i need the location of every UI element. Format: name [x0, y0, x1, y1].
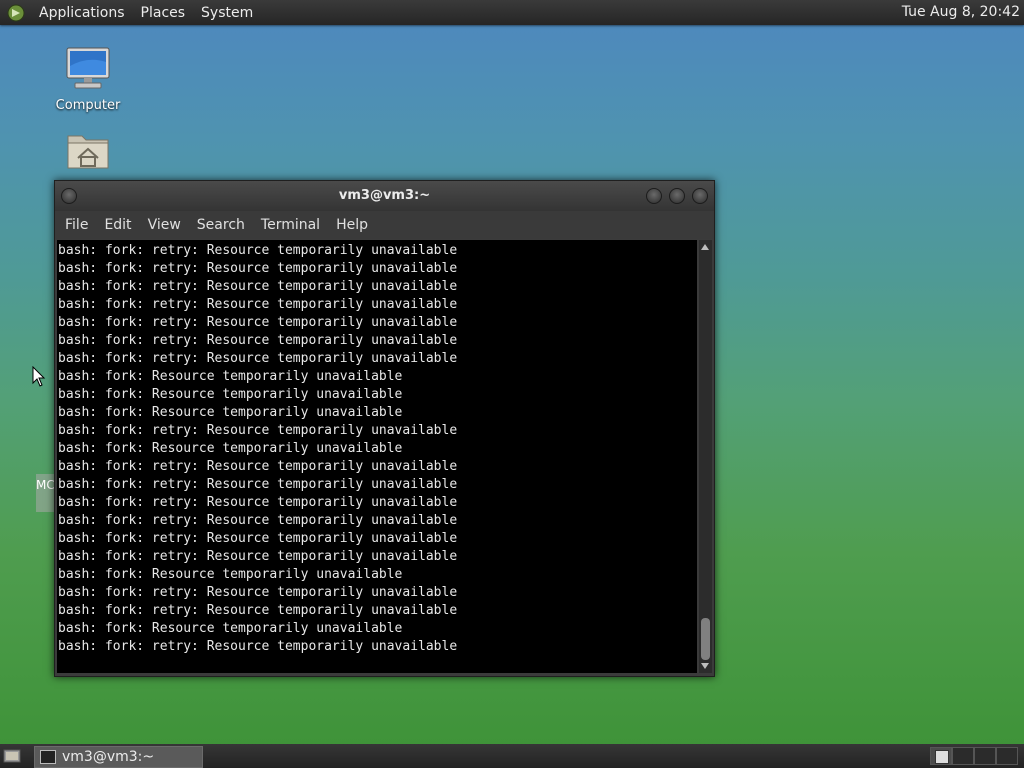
terminal-line: bash: fork: Resource temporarily unavail… — [58, 441, 403, 456]
terminal-icon — [40, 750, 56, 764]
workspace-switcher — [930, 747, 1018, 765]
terminal-line: bash: fork: retry: Resource temporarily … — [58, 513, 458, 528]
partial-desktop-icon[interactable]: MC — [36, 474, 54, 512]
terminal-line: bash: fork: retry: Resource temporarily … — [58, 297, 458, 312]
terminal-line: bash: fork: retry: Resource temporarily … — [58, 639, 458, 654]
terminal-line: bash: fork: retry: Resource temporarily … — [58, 261, 458, 276]
taskbar-button-label: vm3@vm3:~ — [62, 749, 155, 765]
clock[interactable]: Tue Aug 8, 20:42 — [902, 4, 1020, 20]
terminal-output[interactable]: bash: fork: retry: Resource temporarily … — [57, 240, 697, 673]
terminal-line: bash: fork: Resource temporarily unavail… — [58, 369, 403, 384]
workspace-1[interactable] — [930, 747, 952, 765]
menu-file[interactable]: File — [57, 217, 96, 233]
terminal-line: bash: fork: retry: Resource temporarily … — [58, 459, 458, 474]
scroll-up-arrow-icon[interactable] — [701, 244, 709, 250]
terminal-line: bash: fork: retry: Resource temporarily … — [58, 603, 458, 618]
scroll-down-arrow-icon[interactable] — [701, 663, 709, 669]
partial-icon-text: MC — [36, 478, 54, 492]
menu-view[interactable]: View — [140, 217, 189, 233]
scroll-thumb[interactable] — [701, 618, 710, 660]
minimize-button[interactable] — [646, 188, 662, 204]
window-title: vm3@vm3:~ — [338, 188, 431, 203]
window-menu-button[interactable] — [61, 188, 77, 204]
taskbar-button-terminal[interactable]: vm3@vm3:~ — [34, 746, 203, 768]
terminal-text: bash: fork: retry: Resource temporarily … — [57, 240, 697, 656]
terminal-line: bash: fork: Resource temporarily unavail… — [58, 621, 403, 636]
terminal-line: bash: fork: retry: Resource temporarily … — [58, 585, 458, 600]
terminal-line: bash: fork: retry: Resource temporarily … — [58, 495, 458, 510]
terminal-line: bash: fork: Resource temporarily unavail… — [58, 387, 403, 402]
terminal-line: bash: fork: retry: Resource temporarily … — [58, 279, 458, 294]
menu-logo-icon[interactable] — [7, 4, 25, 22]
mouse-cursor-icon — [32, 366, 46, 387]
top-panel: Applications Places System Tue Aug 8, 20… — [0, 0, 1024, 25]
terminal-line: bash: fork: retry: Resource temporarily … — [58, 243, 458, 258]
bottom-panel: vm3@vm3:~ — [0, 744, 1024, 768]
terminal-line: bash: fork: retry: Resource temporarily … — [58, 315, 458, 330]
desktop-icon-label: Computer — [55, 98, 121, 113]
desktop-icon-computer[interactable]: Computer — [48, 46, 128, 113]
terminal-scrollbar[interactable] — [699, 240, 712, 673]
terminal-line: bash: fork: retry: Resource temporarily … — [58, 351, 458, 366]
applications-menu[interactable]: Applications — [31, 5, 133, 21]
close-button[interactable] — [692, 188, 708, 204]
maximize-button[interactable] — [669, 188, 685, 204]
workspace-window-thumb — [935, 750, 949, 764]
terminal-menubar: File Edit View Search Terminal Help — [55, 211, 714, 239]
menu-search[interactable]: Search — [189, 217, 253, 233]
window-titlebar[interactable]: vm3@vm3:~ — [55, 181, 714, 211]
menu-help[interactable]: Help — [328, 217, 376, 233]
terminal-line: bash: fork: retry: Resource temporarily … — [58, 423, 458, 438]
system-menu[interactable]: System — [193, 5, 261, 21]
workspace-3[interactable] — [974, 747, 996, 765]
menu-terminal[interactable]: Terminal — [253, 217, 328, 233]
computer-icon — [66, 47, 110, 89]
terminal-line: bash: fork: retry: Resource temporarily … — [58, 333, 458, 348]
home-folder-icon — [67, 135, 109, 169]
terminal-line: bash: fork: retry: Resource temporarily … — [58, 549, 458, 564]
terminal-line: bash: fork: retry: Resource temporarily … — [58, 477, 458, 492]
places-menu[interactable]: Places — [133, 5, 194, 21]
menu-edit[interactable]: Edit — [96, 217, 139, 233]
workspace-2[interactable] — [952, 747, 974, 765]
workspace-4[interactable] — [996, 747, 1018, 765]
terminal-line: bash: fork: retry: Resource temporarily … — [58, 531, 458, 546]
desktop-icon-home[interactable] — [48, 130, 128, 178]
terminal-line: bash: fork: Resource temporarily unavail… — [58, 405, 403, 420]
terminal-window[interactable]: vm3@vm3:~ File Edit View Search Terminal… — [54, 180, 715, 677]
terminal-line: bash: fork: Resource temporarily unavail… — [58, 567, 403, 582]
show-desktop-icon[interactable] — [3, 748, 21, 764]
